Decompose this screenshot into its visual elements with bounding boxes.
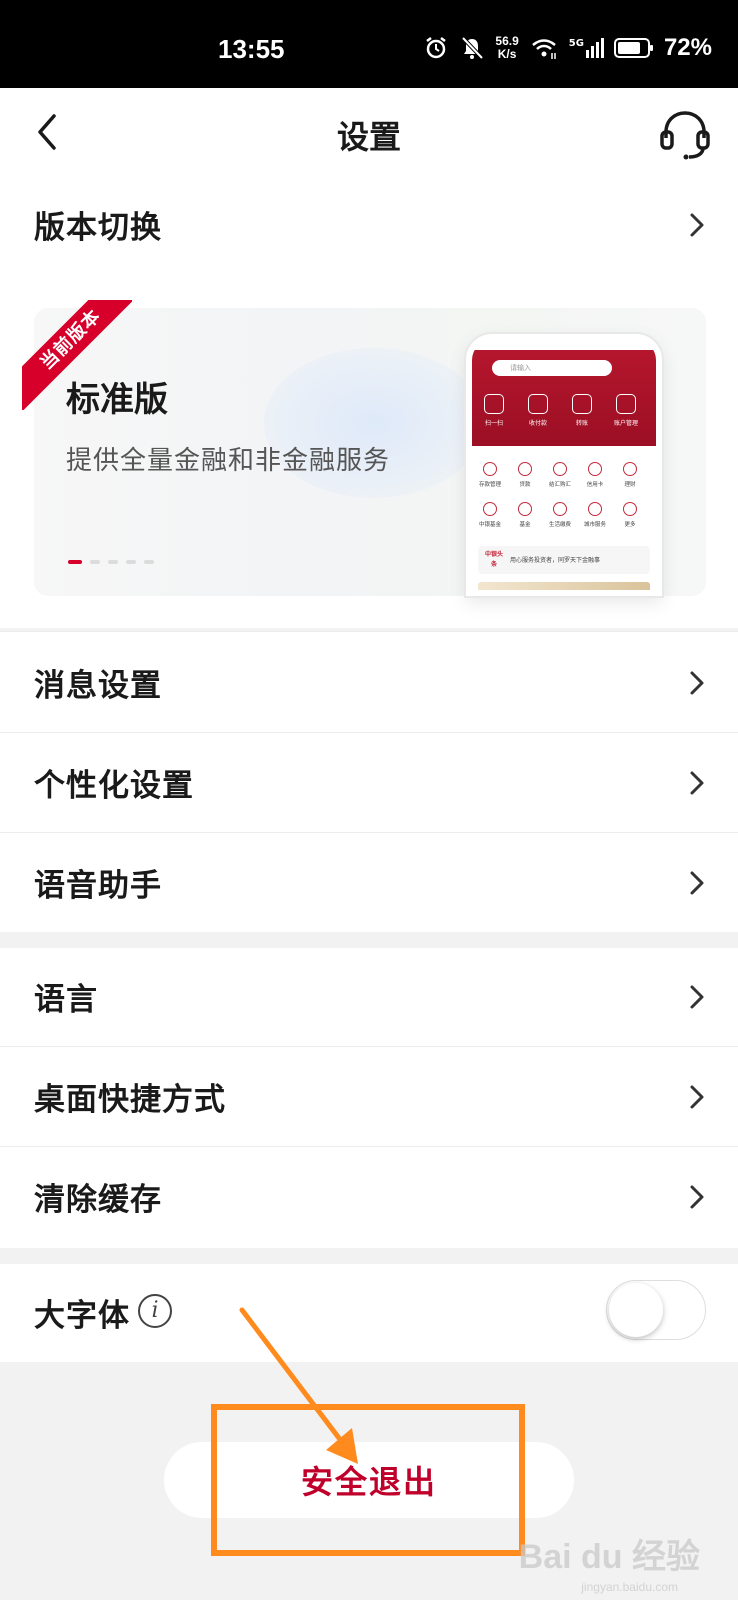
watermark: Bai du 经验 [518, 1538, 700, 1576]
page-title: 设置 [336, 118, 401, 156]
large-font-label: 大字体 [34, 1297, 130, 1334]
status-bar: 13:55 56.9 K/s 5G 72% [0, 0, 738, 88]
version-switch-label: 版本切换 [34, 209, 162, 246]
chevron-right-icon [690, 871, 704, 895]
clear-cache-row[interactable]: 清除缓存 [0, 1146, 738, 1246]
toggle-knob [609, 1283, 663, 1337]
preview-screen: 请输入 扫一扫 收付款 转账 账户管理 存款管理 贷款 结汇购汇 信用卡 理财 … [472, 350, 656, 590]
desktop-shortcut-row[interactable]: 桌面快捷方式 [0, 1046, 738, 1146]
chevron-right-icon [690, 985, 704, 1009]
city-icon [588, 502, 602, 516]
network-type: 5G [568, 38, 584, 49]
preview-action: 收付款 [528, 420, 547, 427]
chevron-right-icon [690, 1185, 704, 1209]
row-label: 桌面快捷方式 [34, 1081, 226, 1118]
carousel-dot[interactable] [144, 560, 154, 564]
version-switch-row[interactable]: 版本切换 [0, 174, 738, 274]
deposit-icon [483, 462, 497, 476]
preview-news-tag: 中银头条 [484, 551, 503, 568]
credit-card-icon [588, 462, 602, 476]
status-time: 13:55 [218, 34, 285, 64]
headset-icon[interactable] [658, 108, 712, 160]
chevron-right-icon [690, 771, 704, 795]
preview-search: 请输入 [492, 360, 612, 376]
chart-icon [518, 502, 532, 516]
header: 设置 [0, 88, 738, 176]
preview-header: 请输入 扫一扫 收付款 转账 账户管理 [472, 350, 656, 446]
language-row[interactable]: 语言 [0, 946, 738, 1046]
preview-grid-label: 生活缴费 [548, 522, 571, 528]
network-speed-unit: K/s [497, 47, 517, 61]
carousel-dot[interactable] [90, 560, 100, 564]
preview-grid-label: 理财 [624, 482, 636, 488]
carousel-dots [68, 560, 154, 564]
bill-icon [553, 502, 567, 516]
voice-assistant-row[interactable]: 语音助手 [0, 832, 738, 932]
preview-action: 扫一扫 [484, 420, 503, 427]
network-speed: 56.9 K/s [495, 35, 518, 61]
version-description: 提供全量金融和非金融服务 [66, 446, 391, 476]
annotation-arrow-icon [239, 1307, 358, 1464]
carousel-dot[interactable] [108, 560, 118, 564]
wifi-icon [531, 39, 556, 59]
row-label: 清除缓存 [34, 1181, 162, 1218]
large-font-toggle[interactable] [606, 1280, 706, 1340]
signal-icon: 5G [569, 38, 604, 58]
row-label: 语音助手 [34, 867, 162, 904]
wealth-icon [623, 462, 637, 476]
preview-grid-label: 信用卡 [586, 482, 604, 488]
preview-action: 账户管理 [613, 420, 638, 427]
preview-action: 转账 [575, 420, 588, 427]
row-label: 消息设置 [34, 667, 162, 704]
preview-news-text: 用心服务投资者，同罗天下金融事 [510, 557, 601, 564]
carousel-dot[interactable] [126, 560, 136, 564]
personalization-row[interactable]: 个性化设置 [0, 732, 738, 832]
account-icon [616, 394, 636, 414]
mute-icon [461, 36, 484, 60]
more-icon [623, 502, 637, 516]
preview-grid-label: 存款管理 [478, 482, 501, 488]
loan-icon [518, 462, 532, 476]
fx-icon [553, 462, 567, 476]
alarm-icon [426, 37, 447, 59]
preview-grid-label: 基金 [519, 522, 531, 528]
row-label: 个性化设置 [34, 767, 194, 804]
battery-percent: 72% [663, 34, 712, 61]
preview-grid-label: 中银基金 [478, 522, 501, 528]
version-title: 标准版 [66, 380, 168, 420]
info-icon[interactable]: i [138, 1294, 172, 1328]
preview-grid-label: 城市服务 [583, 522, 606, 528]
preview-banner [478, 582, 650, 590]
chevron-right-icon [690, 671, 704, 695]
carousel-dot-active[interactable] [68, 560, 82, 564]
scan-icon [484, 394, 504, 414]
version-preview-phone: 请输入 扫一扫 收付款 转账 账户管理 存款管理 贷款 结汇购汇 信用卡 理财 … [466, 334, 662, 596]
chevron-right-icon [690, 1085, 704, 1109]
preview-grid-label: 结汇购汇 [548, 482, 571, 488]
battery-icon [613, 38, 653, 58]
preview-grid-label: 贷款 [519, 482, 531, 488]
message-settings-row[interactable]: 消息设置 [0, 632, 738, 732]
payment-icon [528, 394, 548, 414]
fund-icon [483, 502, 497, 516]
preview-grid-label: 更多 [624, 522, 636, 528]
chevron-right-icon [690, 213, 704, 237]
transfer-icon [572, 394, 592, 414]
status-icons: 56.9 K/s 5G 72% [423, 34, 712, 62]
watermark-sub: jingyan.baidu.com [581, 1580, 678, 1594]
preview-news: 中银头条 用心服务投资者，同罗天下金融事 [478, 546, 650, 574]
row-label: 语言 [34, 981, 98, 1018]
